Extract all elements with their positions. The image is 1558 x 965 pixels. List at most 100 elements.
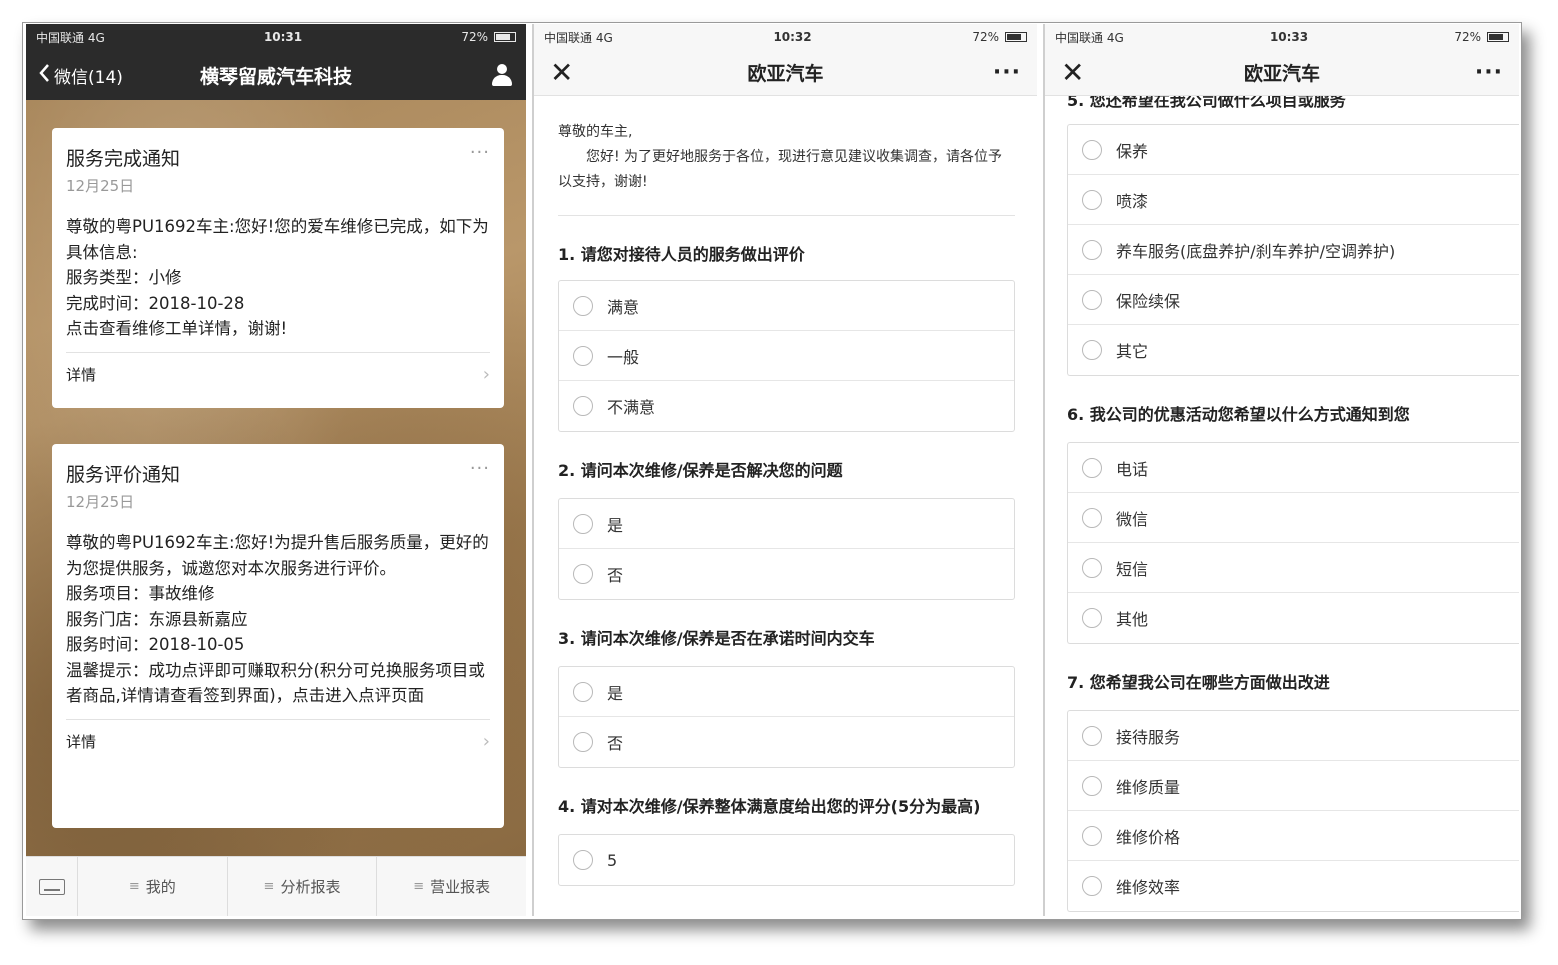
person-icon[interactable] bbox=[490, 63, 514, 87]
radio-circle[interactable] bbox=[1082, 457, 1102, 478]
radio-option[interactable]: 保险续保 bbox=[1068, 275, 1519, 325]
webview-navbar: ✕ 欧亚汽车 ··· bbox=[1045, 50, 1519, 96]
radio-option[interactable]: 保养 bbox=[1068, 125, 1519, 175]
status-time: 10:33 bbox=[1269, 30, 1309, 44]
radio-option[interactable]: 维修效率 bbox=[1068, 861, 1519, 911]
radio-circle[interactable] bbox=[573, 513, 593, 534]
radio-circle[interactable] bbox=[1082, 289, 1102, 310]
radio-option[interactable]: 是 bbox=[559, 667, 1014, 717]
back-button[interactable]: 微信(14) bbox=[38, 63, 123, 88]
more-icon[interactable]: ··· bbox=[993, 60, 1021, 85]
radio-option[interactable]: 5 bbox=[559, 835, 1014, 885]
card-line: 完成时间：2018-10-28 bbox=[66, 293, 245, 313]
details-label: 详情 bbox=[66, 732, 97, 751]
radio-circle[interactable] bbox=[1082, 775, 1102, 796]
radio-option[interactable]: 其它 bbox=[1068, 325, 1519, 375]
more-icon[interactable]: ··· bbox=[470, 142, 490, 163]
card-body: 尊敬的粤PU1692车主:您好!为提升售后服务质量，更好的为您提供服务，诚邀您对… bbox=[66, 530, 490, 709]
radio-option[interactable]: 微信 bbox=[1068, 493, 1519, 543]
notification-card[interactable]: 服务评价通知 ··· 12月25日 尊敬的粤PU1692车主:您好!为提升售后服… bbox=[52, 444, 504, 828]
status-time: 10:32 bbox=[773, 30, 812, 44]
option-label: 保养 bbox=[1116, 141, 1149, 161]
radio-circle[interactable] bbox=[1082, 608, 1102, 628]
radio-circle[interactable] bbox=[573, 732, 593, 752]
radio-option[interactable]: 其他 bbox=[1068, 593, 1519, 643]
radio-circle[interactable] bbox=[573, 295, 593, 316]
card-line: 尊敬的粤PU1692车主:您好!为提升售后服务质量，更好的为您提供服务，诚邀您对… bbox=[66, 533, 489, 578]
radio-option[interactable]: 不满意 bbox=[559, 381, 1014, 431]
menu-item-analysis-report[interactable]: ≡ 分析报表 bbox=[228, 857, 378, 916]
option-label: 电话 bbox=[1116, 459, 1149, 479]
radio-circle[interactable] bbox=[1082, 876, 1102, 896]
question-label: 3. 请问本次维修/保养是否在承诺时间内交车 bbox=[558, 629, 875, 648]
radio-circle[interactable] bbox=[1082, 725, 1102, 746]
radio-circle[interactable] bbox=[573, 564, 593, 584]
radio-circle[interactable] bbox=[1082, 557, 1102, 578]
radio-circle[interactable] bbox=[573, 850, 593, 870]
status-bar: 中国联通 4G 10:31 72% bbox=[26, 24, 526, 50]
radio-circle[interactable] bbox=[1082, 189, 1102, 210]
option-label: 养车服务(底盘养护/刹车养护/空调养护) bbox=[1116, 241, 1396, 261]
menu-lines-icon: ≡ bbox=[128, 879, 140, 894]
card-title: 服务完成通知 bbox=[66, 148, 181, 170]
card-line: 服务类型：小修 bbox=[66, 268, 182, 287]
menu-lines-icon: ≡ bbox=[413, 879, 425, 894]
radio-circle[interactable] bbox=[1082, 825, 1102, 846]
phone-screen-survey-part2: 中国联通 4G 10:33 72% ✕ 欧亚汽车 ··· 5. 您还希望在我公司… bbox=[1043, 24, 1519, 916]
option-label: 满意 bbox=[607, 297, 640, 317]
radio-option[interactable]: 喷漆 bbox=[1068, 175, 1519, 225]
radio-option[interactable]: 接待服务 bbox=[1068, 711, 1519, 761]
option-group: 是 否 bbox=[558, 666, 1015, 768]
radio-option[interactable]: 一般 bbox=[559, 331, 1014, 381]
radio-circle[interactable] bbox=[1082, 507, 1102, 528]
radio-circle[interactable] bbox=[1082, 340, 1102, 360]
radio-circle[interactable] bbox=[573, 396, 593, 416]
chevron-right-icon: › bbox=[482, 730, 490, 752]
option-label: 不满意 bbox=[607, 398, 656, 417]
radio-circle[interactable] bbox=[1082, 239, 1102, 260]
radio-option[interactable]: 否 bbox=[559, 549, 1014, 599]
radio-option[interactable]: 电话 bbox=[1068, 443, 1519, 493]
radio-circle[interactable] bbox=[573, 681, 593, 702]
option-label: 微信 bbox=[1116, 509, 1149, 529]
carrier-label: 中国联通 4G bbox=[36, 30, 105, 45]
more-icon[interactable]: ··· bbox=[1475, 60, 1503, 85]
battery-percent: 72% bbox=[461, 30, 488, 44]
page-title: 欧亚汽车 bbox=[1243, 63, 1320, 85]
radio-option[interactable]: 否 bbox=[559, 717, 1014, 767]
close-icon[interactable]: ✕ bbox=[550, 58, 573, 87]
radio-circle[interactable] bbox=[1082, 139, 1102, 160]
keyboard-toggle-button[interactable] bbox=[26, 857, 78, 916]
radio-option[interactable]: 短信 bbox=[1068, 543, 1519, 593]
menu-item-label: 营业报表 bbox=[430, 878, 491, 896]
card-title: 服务评价通知 bbox=[66, 464, 181, 486]
radio-option[interactable]: 维修质量 bbox=[1068, 761, 1519, 811]
option-group: 接待服务 维修质量 维修价格 维修效率 bbox=[1067, 710, 1519, 912]
radio-option[interactable]: 维修价格 bbox=[1068, 811, 1519, 861]
card-details-link[interactable]: 详情 › bbox=[66, 718, 490, 763]
radio-option[interactable]: 是 bbox=[559, 499, 1014, 549]
card-body: 尊敬的粤PU1692车主:您好!您的爱车维修已完成，如下为具体信息: 服务类型：… bbox=[66, 214, 490, 342]
webview-navbar: ✕ 欧亚汽车 ··· bbox=[534, 50, 1037, 96]
close-icon[interactable]: ✕ bbox=[1061, 58, 1084, 87]
intro-greeting: 尊敬的车主, bbox=[558, 124, 633, 140]
radio-option[interactable]: 养车服务(底盘养护/刹车养护/空调养护) bbox=[1068, 225, 1519, 275]
menu-item-mine[interactable]: ≡ 我的 bbox=[78, 857, 228, 916]
radio-option[interactable]: 满意 bbox=[559, 281, 1014, 331]
option-label: 维修效率 bbox=[1116, 878, 1181, 897]
menu-item-business-report[interactable]: ≡ 营业报表 bbox=[377, 857, 526, 916]
card-line: 点击查看维修工单详情，谢谢! bbox=[66, 319, 288, 338]
option-label: 否 bbox=[607, 734, 624, 753]
card-details-link[interactable]: 详情 › bbox=[66, 351, 490, 396]
more-icon[interactable]: ··· bbox=[470, 458, 490, 479]
notification-card[interactable]: 服务完成通知 ··· 12月25日 尊敬的粤PU1692车主:您好!您的爱车维修… bbox=[52, 128, 504, 408]
card-line: 服务项目：事故维修 bbox=[66, 584, 215, 603]
menu-lines-icon: ≡ bbox=[263, 879, 275, 894]
question-label: 2. 请问本次维修/保养是否解决您的问题 bbox=[558, 461, 843, 480]
radio-circle[interactable] bbox=[573, 345, 593, 366]
survey-content: 尊敬的车主, 您好! 为了更好地服务于各位，现进行意见建议收集调查，请各位予以支… bbox=[534, 120, 1037, 886]
card-line: 温馨提示：成功点评即可赚取积分(积分可兑换服务项目或者商品,详情请查看签到界面)… bbox=[66, 660, 485, 706]
card-line: 服务时间：2018-10-05 bbox=[66, 635, 245, 654]
option-label: 其它 bbox=[1116, 342, 1149, 361]
account-menu-bar: ≡ 我的 ≡ 分析报表 ≡ 营业报表 bbox=[26, 856, 526, 916]
